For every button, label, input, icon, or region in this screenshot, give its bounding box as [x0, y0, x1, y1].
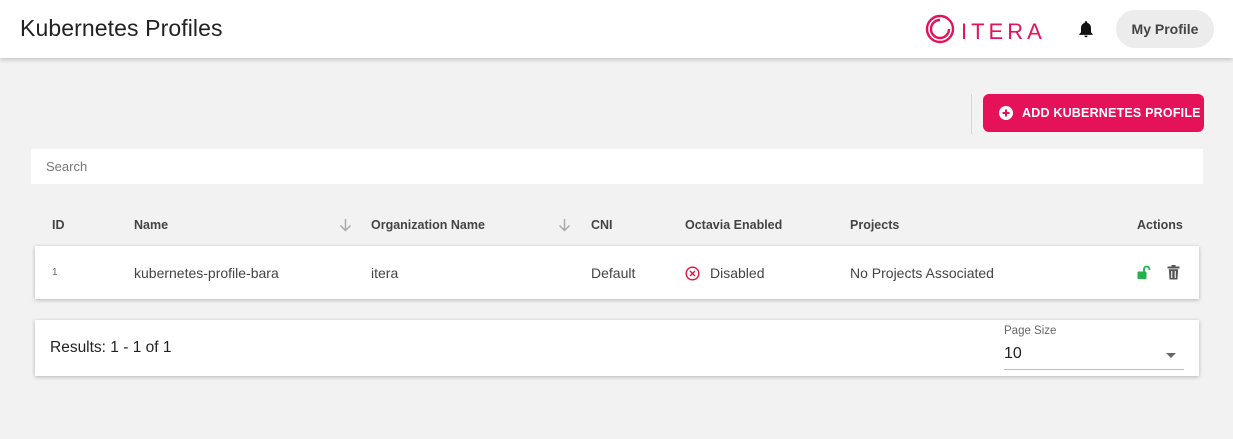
cell-organization: itera: [371, 265, 399, 281]
sort-arrow-down-icon[interactable]: [339, 218, 352, 237]
toolbar-divider: [971, 94, 972, 134]
page-title: Kubernetes Profiles: [20, 15, 223, 41]
octavia-status-text: Disabled: [710, 265, 765, 281]
top-bar: Kubernetes Profiles ITERA My Profile: [0, 0, 1233, 58]
table-row[interactable]: 1 kubernetes-profile-bara itera Default …: [35, 246, 1199, 299]
itera-logo-text: ITERA: [961, 18, 1046, 44]
unlock-icon[interactable]: [1136, 265, 1151, 285]
page-size-select[interactable]: 10: [1004, 342, 1184, 370]
column-header-cni[interactable]: CNI: [591, 218, 613, 232]
my-profile-button[interactable]: My Profile: [1116, 10, 1214, 48]
pagination-footer: Results: 1 - 1 of 1 Page Size 10: [35, 320, 1199, 376]
itera-logo-icon: [925, 14, 955, 49]
cell-cni: Default: [591, 265, 636, 281]
dropdown-caret-icon: [1166, 353, 1176, 358]
add-kubernetes-profile-button[interactable]: ADD KUBERNETES PROFILE: [983, 94, 1204, 132]
results-count: Results: 1 - 1 of 1: [50, 339, 172, 356]
disabled-x-circle-icon: [685, 265, 700, 281]
cell-octavia-status: Disabled: [685, 265, 764, 281]
column-header-name[interactable]: Name: [134, 218, 168, 232]
page-size-label: Page Size: [1004, 325, 1057, 337]
page-size-value: 10: [1004, 345, 1022, 362]
cell-id: 1: [52, 267, 58, 278]
column-header-id[interactable]: ID: [52, 218, 65, 232]
column-header-actions: Actions: [1137, 218, 1183, 232]
column-header-projects[interactable]: Projects: [850, 218, 899, 232]
sort-arrow-down-icon[interactable]: [558, 218, 571, 237]
add-button-label: ADD KUBERNETES PROFILE: [1022, 106, 1201, 120]
search-input[interactable]: [31, 149, 1203, 184]
column-header-octavia[interactable]: Octavia Enabled: [685, 218, 782, 232]
plus-circle-icon: [999, 106, 1013, 120]
notifications-bell-icon[interactable]: [1076, 19, 1096, 44]
column-header-organization[interactable]: Organization Name: [371, 218, 485, 232]
cell-name: kubernetes-profile-bara: [134, 265, 279, 281]
delete-trash-icon[interactable]: [1167, 265, 1180, 285]
cell-projects: No Projects Associated: [850, 265, 994, 281]
itera-logo[interactable]: ITERA: [925, 14, 1046, 49]
